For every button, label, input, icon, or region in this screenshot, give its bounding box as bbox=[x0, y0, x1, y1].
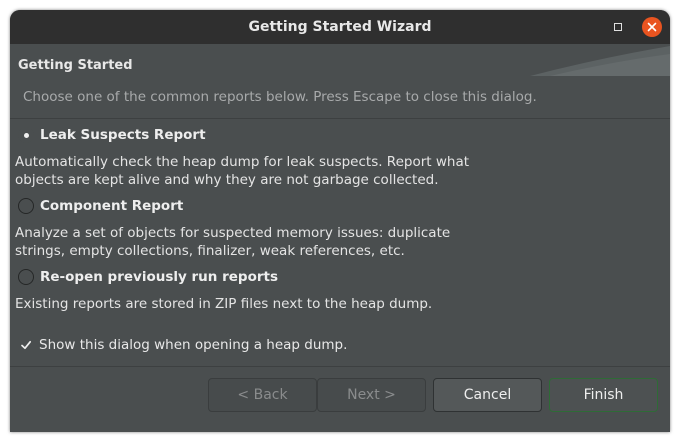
header-separator bbox=[10, 118, 670, 119]
option-label: Leak Suspects Report bbox=[40, 127, 206, 143]
checkmark-icon bbox=[21, 340, 32, 350]
show-dialog-checkbox-label: Show this dialog when opening a heap dum… bbox=[39, 337, 348, 353]
show-dialog-checkbox-row[interactable]: Show this dialog when opening a heap dum… bbox=[18, 334, 347, 356]
radio-button[interactable] bbox=[18, 269, 34, 285]
close-icon bbox=[647, 22, 657, 32]
radio-reopen-previous-reports[interactable]: Re-open previously run reports bbox=[18, 266, 278, 288]
radio-button[interactable] bbox=[18, 198, 34, 214]
page-title: Getting Started bbox=[18, 58, 133, 73]
next-button[interactable]: Next > bbox=[317, 378, 426, 412]
finish-button[interactable]: Finish bbox=[549, 378, 658, 412]
close-button[interactable] bbox=[642, 17, 662, 37]
option-description: Existing reports are stored in ZIP files… bbox=[15, 295, 432, 313]
wizard-dialog: Getting Started Wizard Getting Started C… bbox=[10, 10, 670, 432]
option-description-line: objects are kept alive and why they are … bbox=[15, 172, 439, 188]
radio-component-report[interactable]: Component Report bbox=[18, 195, 183, 217]
option-description-line: strings, empty collections, finalizer, w… bbox=[15, 243, 405, 259]
radio-leak-suspects-report[interactable]: Leak Suspects Report bbox=[18, 124, 206, 146]
option-description-line: Analyze a set of objects for suspected m… bbox=[15, 225, 451, 241]
option-description: Analyze a set of objects for suspected m… bbox=[15, 224, 450, 260]
title-bar[interactable]: Getting Started Wizard bbox=[10, 10, 670, 44]
radio-dot bbox=[23, 132, 29, 138]
cancel-button[interactable]: Cancel bbox=[433, 378, 542, 412]
window-title: Getting Started Wizard bbox=[248, 19, 432, 35]
show-dialog-checkbox[interactable] bbox=[18, 337, 34, 353]
option-description-line: Automatically check the heap dump for le… bbox=[15, 154, 470, 170]
option-description-line: Existing reports are stored in ZIP files… bbox=[15, 296, 433, 312]
button-bar-separator bbox=[10, 366, 670, 367]
page-description: Choose one of the common reports below. … bbox=[23, 89, 537, 105]
header-banner-graphic bbox=[530, 46, 670, 76]
option-description: Automatically check the heap dump for le… bbox=[15, 153, 469, 189]
radio-button-selected[interactable] bbox=[18, 127, 34, 143]
maximize-button[interactable] bbox=[612, 21, 624, 33]
back-button[interactable]: < Back bbox=[208, 378, 317, 412]
maximize-icon bbox=[614, 23, 622, 31]
option-label: Component Report bbox=[40, 198, 184, 214]
option-label: Re-open previously run reports bbox=[40, 269, 278, 285]
